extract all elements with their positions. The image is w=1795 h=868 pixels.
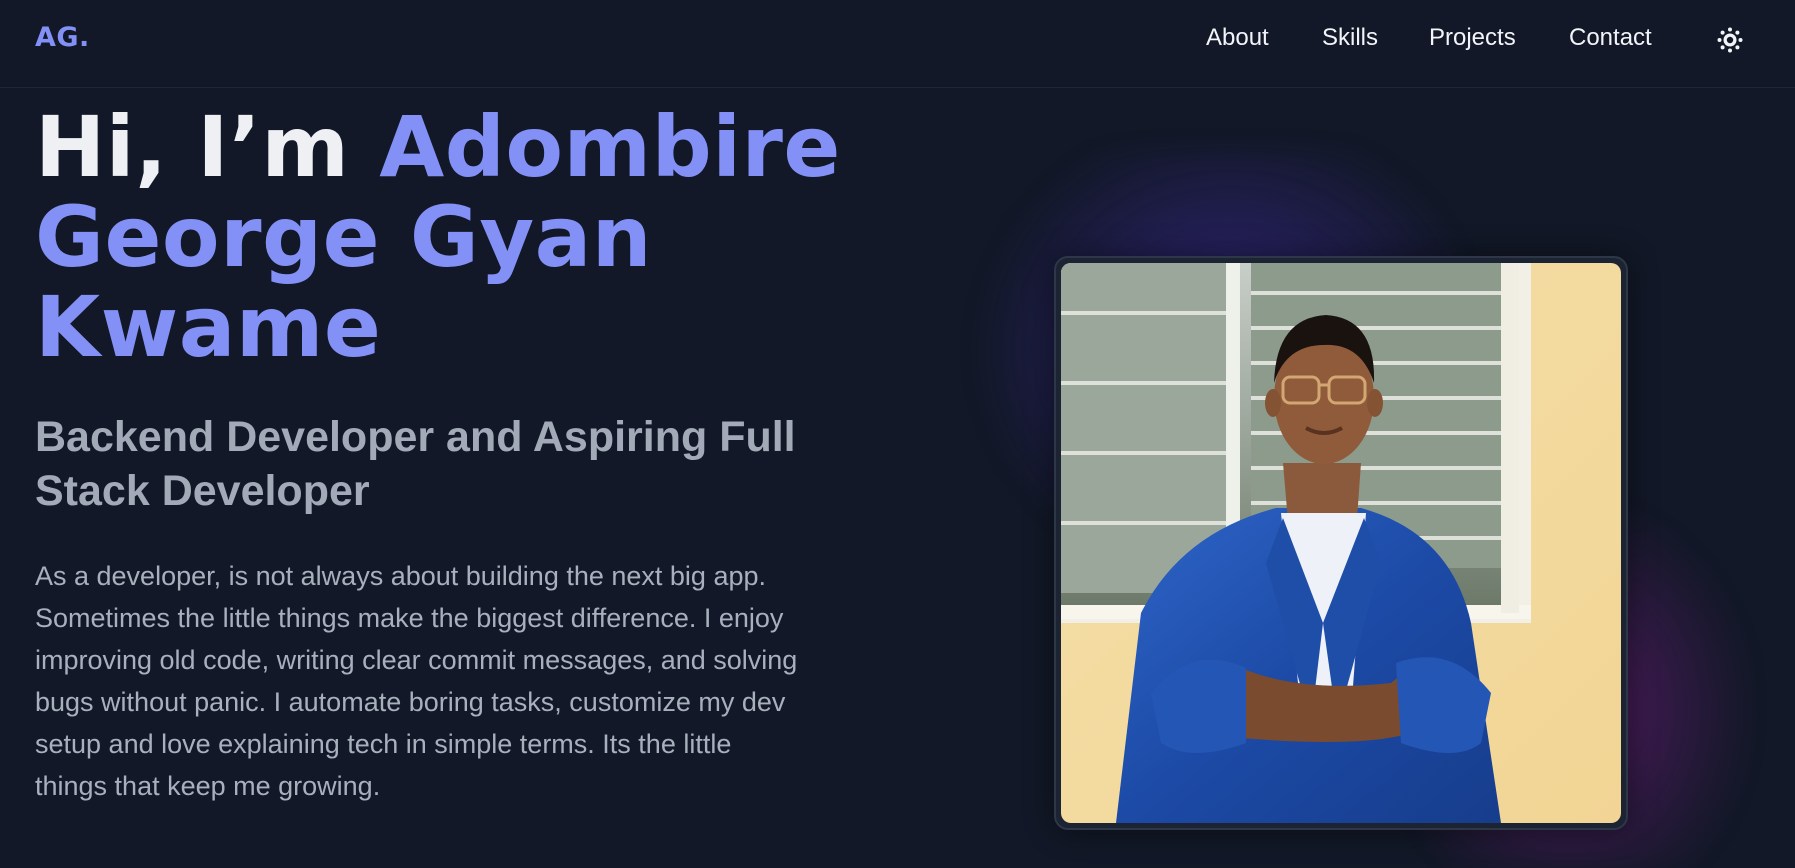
sun-icon xyxy=(1717,27,1743,53)
hero-name-line1: Adombire xyxy=(379,98,841,196)
nav-link-projects[interactable]: Projects xyxy=(1429,24,1516,52)
theme-toggle-button[interactable] xyxy=(1714,24,1746,56)
hero-description: As a developer, is not always about buil… xyxy=(35,561,798,801)
hero-subtitle: Backend Developer and Aspiring Full Stac… xyxy=(35,413,796,515)
nav-link-contact[interactable]: Contact xyxy=(1569,24,1652,52)
hero-greeting: Hi, I’m xyxy=(35,98,380,196)
hero-name-line2: George Gyan xyxy=(35,188,653,286)
hero-title: Hi, I’m Adombire George Gyan Kwame xyxy=(35,102,855,372)
nav-link-about[interactable]: About xyxy=(1206,24,1269,52)
navbar: AG. About Skills Projects Contact xyxy=(0,0,1795,88)
profile-photo xyxy=(1061,263,1621,823)
logo-link[interactable]: AG. xyxy=(35,22,90,53)
hero-name-line3: Kwame xyxy=(35,278,382,376)
profile-photo-frame xyxy=(1054,256,1628,830)
nav-link-skills[interactable]: Skills xyxy=(1322,24,1378,52)
